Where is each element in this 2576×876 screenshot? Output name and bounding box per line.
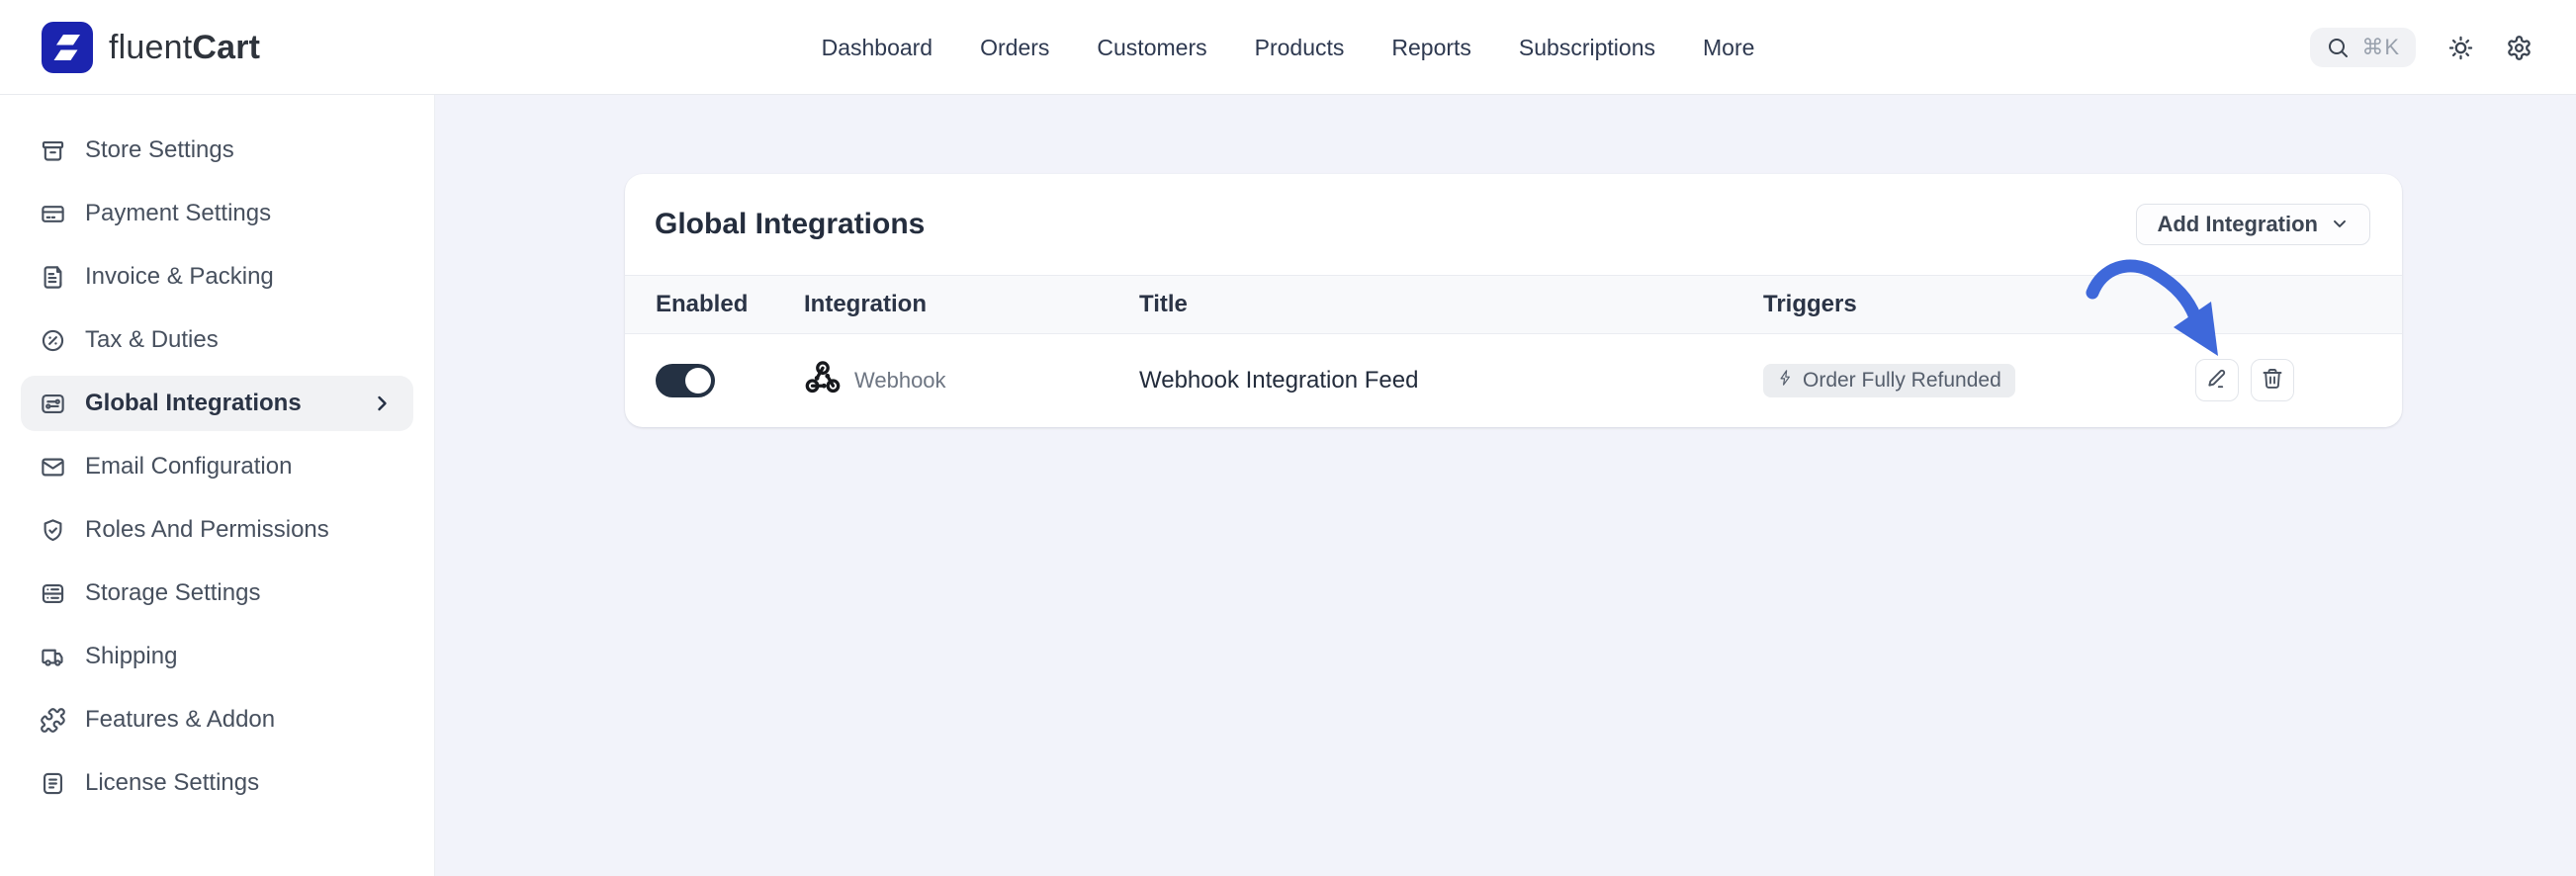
- nav-products[interactable]: Products: [1255, 35, 1345, 61]
- invoice-packing-icon: [40, 264, 66, 291]
- trigger-badge: Order Fully Refunded: [1763, 364, 2015, 397]
- sidebar-item-features-addon[interactable]: Features & Addon: [21, 692, 413, 747]
- sidebar-item-invoice-packing[interactable]: Invoice & Packing: [21, 249, 413, 305]
- trash-icon: [2261, 367, 2284, 394]
- search-button[interactable]: ⌘K: [2310, 28, 2416, 67]
- page: fluentCart Dashboard Orders Customers Pr…: [0, 0, 2576, 876]
- lightning-bolt-icon: [1777, 369, 1795, 392]
- payment-settings-icon: [40, 201, 66, 227]
- topbar: fluentCart Dashboard Orders Customers Pr…: [0, 0, 2576, 95]
- theme-toggle-sun-icon[interactable]: [2447, 35, 2474, 61]
- main-nav: Dashboard Orders Customers Products Repo…: [0, 0, 2576, 95]
- triggers-cell: Order Fully Refunded: [1763, 364, 2195, 397]
- nav-subscriptions[interactable]: Subscriptions: [1519, 35, 1655, 61]
- column-header-enabled: Enabled: [656, 291, 804, 318]
- edit-button[interactable]: [2195, 359, 2239, 401]
- table-row: Webhook Webhook Integration Feed Order F…: [625, 334, 2402, 426]
- nav-reports[interactable]: Reports: [1391, 35, 1471, 61]
- column-header-integration: Integration: [804, 291, 1139, 318]
- sidebar-item-global-integrations[interactable]: Global Integrations: [21, 376, 413, 431]
- email-configuration-icon: [40, 454, 66, 481]
- sidebar-item-store-settings[interactable]: Store Settings: [21, 123, 413, 178]
- features-addon-icon: [40, 707, 66, 734]
- settings-gear-icon[interactable]: [2506, 35, 2532, 61]
- enabled-cell: [656, 364, 804, 397]
- add-integration-button[interactable]: Add Integration: [2136, 204, 2370, 245]
- chevron-down-icon: [2330, 214, 2350, 236]
- tax-duties-icon: [40, 327, 66, 354]
- sidebar-item-shipping[interactable]: Shipping: [21, 629, 413, 684]
- sidebar-item-roles-permissions[interactable]: Roles And Permissions: [21, 502, 413, 558]
- page-title: Global Integrations: [655, 208, 925, 241]
- row-actions: [2195, 359, 2403, 401]
- sidebar-item-payment-settings[interactable]: Payment Settings: [21, 186, 413, 241]
- search-shortcut: ⌘K: [2361, 35, 2400, 60]
- storage-settings-icon: [40, 580, 66, 607]
- chevron-right-icon: [370, 392, 394, 415]
- toggle-knob: [685, 368, 711, 394]
- table-header-row: Enabled Integration Title Triggers: [625, 275, 2402, 334]
- sidebar-item-storage-settings[interactable]: Storage Settings: [21, 566, 413, 621]
- global-integrations-icon: [40, 391, 66, 417]
- nav-orders[interactable]: Orders: [980, 35, 1049, 61]
- settings-sidebar: Store Settings Payment Settings Invoice …: [0, 95, 435, 876]
- enabled-toggle[interactable]: [656, 364, 715, 397]
- search-icon: [2326, 36, 2350, 59]
- integration-name: Webhook: [854, 368, 946, 394]
- title-cell: Webhook Integration Feed: [1139, 367, 1763, 394]
- shipping-icon: [40, 644, 66, 670]
- column-header-title: Title: [1139, 291, 1763, 318]
- sidebar-item-email-configuration[interactable]: Email Configuration: [21, 439, 413, 494]
- roles-permissions-icon: [40, 517, 66, 544]
- column-header-triggers: Triggers: [1763, 291, 2195, 318]
- topbar-actions: ⌘K: [2310, 0, 2532, 95]
- license-settings-icon: [40, 770, 66, 797]
- integration-cell: Webhook: [804, 359, 1139, 401]
- content-area: Global Integrations Add Integration Enab…: [435, 95, 2576, 876]
- webhook-icon: [804, 359, 842, 401]
- global-integrations-card: Global Integrations Add Integration Enab…: [625, 174, 2402, 427]
- sidebar-item-tax-duties[interactable]: Tax & Duties: [21, 312, 413, 368]
- delete-button[interactable]: [2251, 359, 2294, 401]
- nav-more[interactable]: More: [1703, 35, 1754, 61]
- card-header: Global Integrations Add Integration: [625, 174, 2402, 275]
- sidebar-item-license-settings[interactable]: License Settings: [21, 755, 413, 811]
- nav-customers[interactable]: Customers: [1097, 35, 1206, 61]
- nav-dashboard[interactable]: Dashboard: [822, 35, 933, 61]
- store-settings-icon: [40, 137, 66, 164]
- pencil-icon: [2205, 367, 2229, 394]
